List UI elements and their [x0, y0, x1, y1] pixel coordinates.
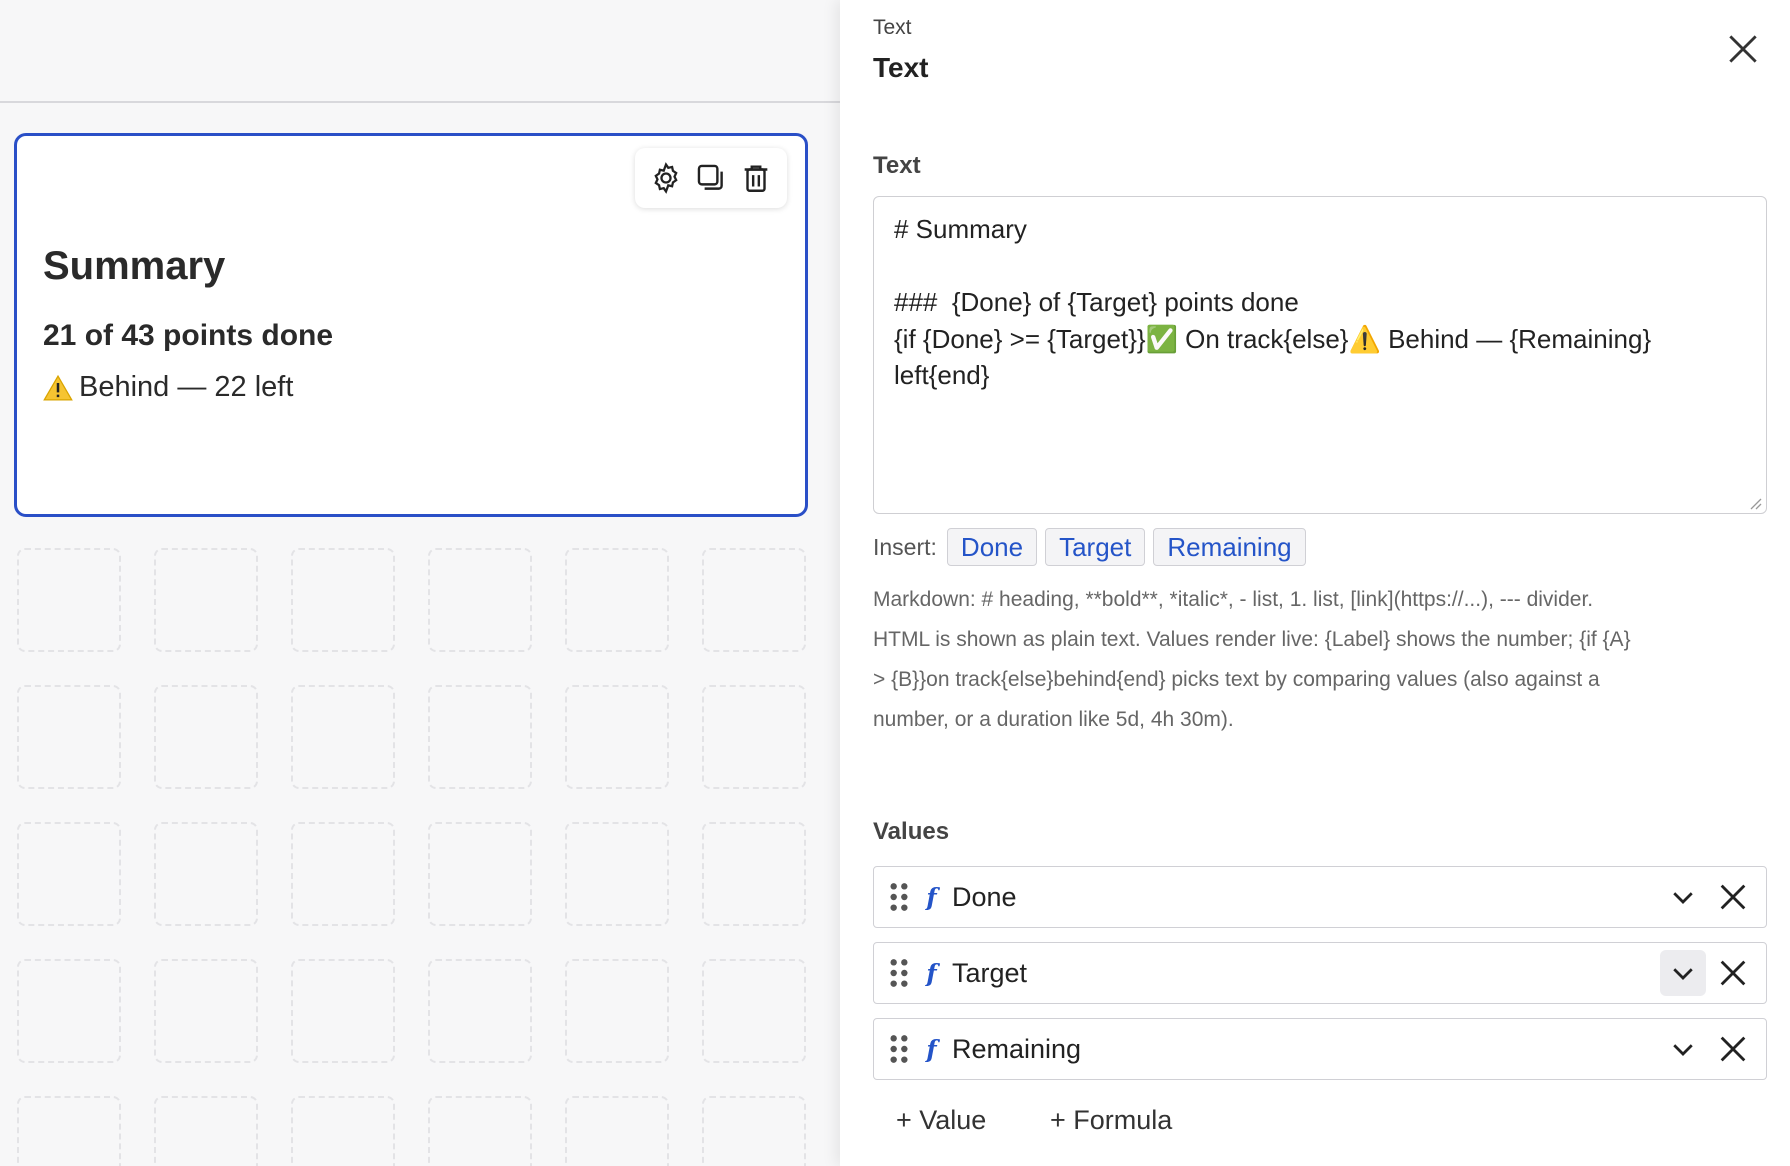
- expand-button[interactable]: [1660, 1026, 1706, 1072]
- grid-placeholder: [291, 548, 395, 652]
- chevron-down-icon: [1673, 1044, 1693, 1056]
- grid-placeholder: [17, 1096, 121, 1166]
- panel-kicker: Text: [873, 16, 912, 39]
- insert-chip-done[interactable]: Done: [946, 528, 1038, 566]
- expand-button[interactable]: [1660, 874, 1706, 920]
- grid-placeholder: [428, 822, 532, 926]
- value-row-done[interactable]: f Done: [873, 866, 1767, 928]
- grid-placeholder: [565, 822, 669, 926]
- grid-placeholder: [154, 822, 258, 926]
- close-icon[interactable]: [1724, 30, 1762, 68]
- markdown-help-text: Markdown: # heading, **bold**, *italic*,…: [873, 588, 1631, 731]
- svg-text:f: f: [924, 884, 940, 910]
- grid-placeholder: [154, 1096, 258, 1166]
- drag-handle-icon[interactable]: [888, 881, 910, 913]
- insert-chip-remaining[interactable]: Remaining: [1153, 528, 1306, 566]
- delete-button[interactable]: [736, 158, 776, 198]
- value-name: Target: [952, 957, 1028, 988]
- insert-label: Insert:: [873, 533, 937, 560]
- text-section-label: Text: [873, 152, 921, 179]
- add-value-button[interactable]: + Value: [896, 1105, 986, 1136]
- text-settings-panel: Text Text Text # Summary ### {Done} of {…: [840, 0, 1790, 1166]
- grid-placeholder: [428, 685, 532, 789]
- grid-placeholder: [428, 959, 532, 1063]
- grid-placeholder: [291, 959, 395, 1063]
- grid-placeholder: [565, 685, 669, 789]
- values-section-label: Values: [873, 818, 950, 845]
- value-name: Remaining: [952, 1033, 1082, 1064]
- remove-value-icon[interactable]: [1716, 880, 1750, 914]
- widget-status-text: Behind — 22 left: [79, 371, 294, 403]
- grid-placeholder: [17, 548, 121, 652]
- canvas-topbar: [0, 0, 840, 103]
- add-formula-button[interactable]: + Formula: [1050, 1105, 1172, 1136]
- grid-placeholder: [565, 1096, 669, 1166]
- grid-placeholder: [154, 548, 258, 652]
- widget-toolbar: [635, 148, 787, 208]
- svg-text:f: f: [924, 960, 940, 986]
- widget-status: Behind — 22 left: [43, 371, 293, 404]
- chevron-down-icon: [1673, 892, 1693, 904]
- grid-placeholder: [428, 548, 532, 652]
- drag-handle-icon[interactable]: [888, 957, 910, 989]
- value-row-remaining[interactable]: f Remaining: [873, 1018, 1767, 1080]
- function-icon: f: [924, 884, 940, 910]
- grid-placeholder: [17, 959, 121, 1063]
- panel-title: Text: [873, 52, 929, 83]
- trash-icon: [744, 165, 768, 192]
- grid-placeholder: [154, 685, 258, 789]
- value-row-target[interactable]: f Target: [873, 942, 1767, 1004]
- gear-icon: [654, 162, 678, 194]
- grid-placeholder: [702, 548, 806, 652]
- grid-placeholder: [428, 1096, 532, 1166]
- insert-chip-target[interactable]: Target: [1045, 528, 1146, 566]
- grid-placeholder: [154, 959, 258, 1063]
- function-icon: f: [924, 960, 940, 986]
- svg-text:f: f: [924, 1036, 940, 1062]
- drag-handle-icon[interactable]: [888, 1033, 910, 1065]
- summary-widget[interactable]: Summary 21 of 43 points done Behind — 22…: [14, 133, 808, 517]
- expand-button[interactable]: [1660, 950, 1706, 996]
- grid-placeholder: [291, 822, 395, 926]
- grid-placeholder: [17, 685, 121, 789]
- grid-placeholder: [291, 685, 395, 789]
- grid-placeholder: [702, 1096, 806, 1166]
- grid-placeholder: [565, 548, 669, 652]
- dashboard-canvas: Summary 21 of 43 points done Behind — 22…: [0, 0, 840, 1166]
- remove-value-icon[interactable]: [1716, 1032, 1750, 1066]
- grid-placeholder: [291, 1096, 395, 1166]
- markdown-textarea[interactable]: # Summary ### {Done} of {Target} points …: [873, 196, 1767, 514]
- grid-placeholder: [702, 685, 806, 789]
- value-name: Done: [952, 881, 1017, 912]
- grid-placeholder: [702, 822, 806, 926]
- resize-grip-icon[interactable]: [1746, 494, 1762, 510]
- grid-placeholder: [17, 822, 121, 926]
- grid-placeholder: [702, 959, 806, 1063]
- duplicate-button[interactable]: [691, 158, 731, 198]
- remove-value-icon[interactable]: [1716, 956, 1750, 990]
- function-icon: f: [924, 1036, 940, 1062]
- warning-icon: [43, 374, 73, 400]
- settings-button[interactable]: [646, 158, 686, 198]
- grid-placeholder: [565, 959, 669, 1063]
- duplicate-icon: [697, 164, 723, 190]
- insert-row: Insert: Done Target Remaining: [873, 528, 1306, 566]
- chevron-down-icon: [1673, 968, 1693, 980]
- widget-subtitle: 21 of 43 points done: [43, 319, 334, 352]
- widget-title: Summary: [43, 244, 226, 288]
